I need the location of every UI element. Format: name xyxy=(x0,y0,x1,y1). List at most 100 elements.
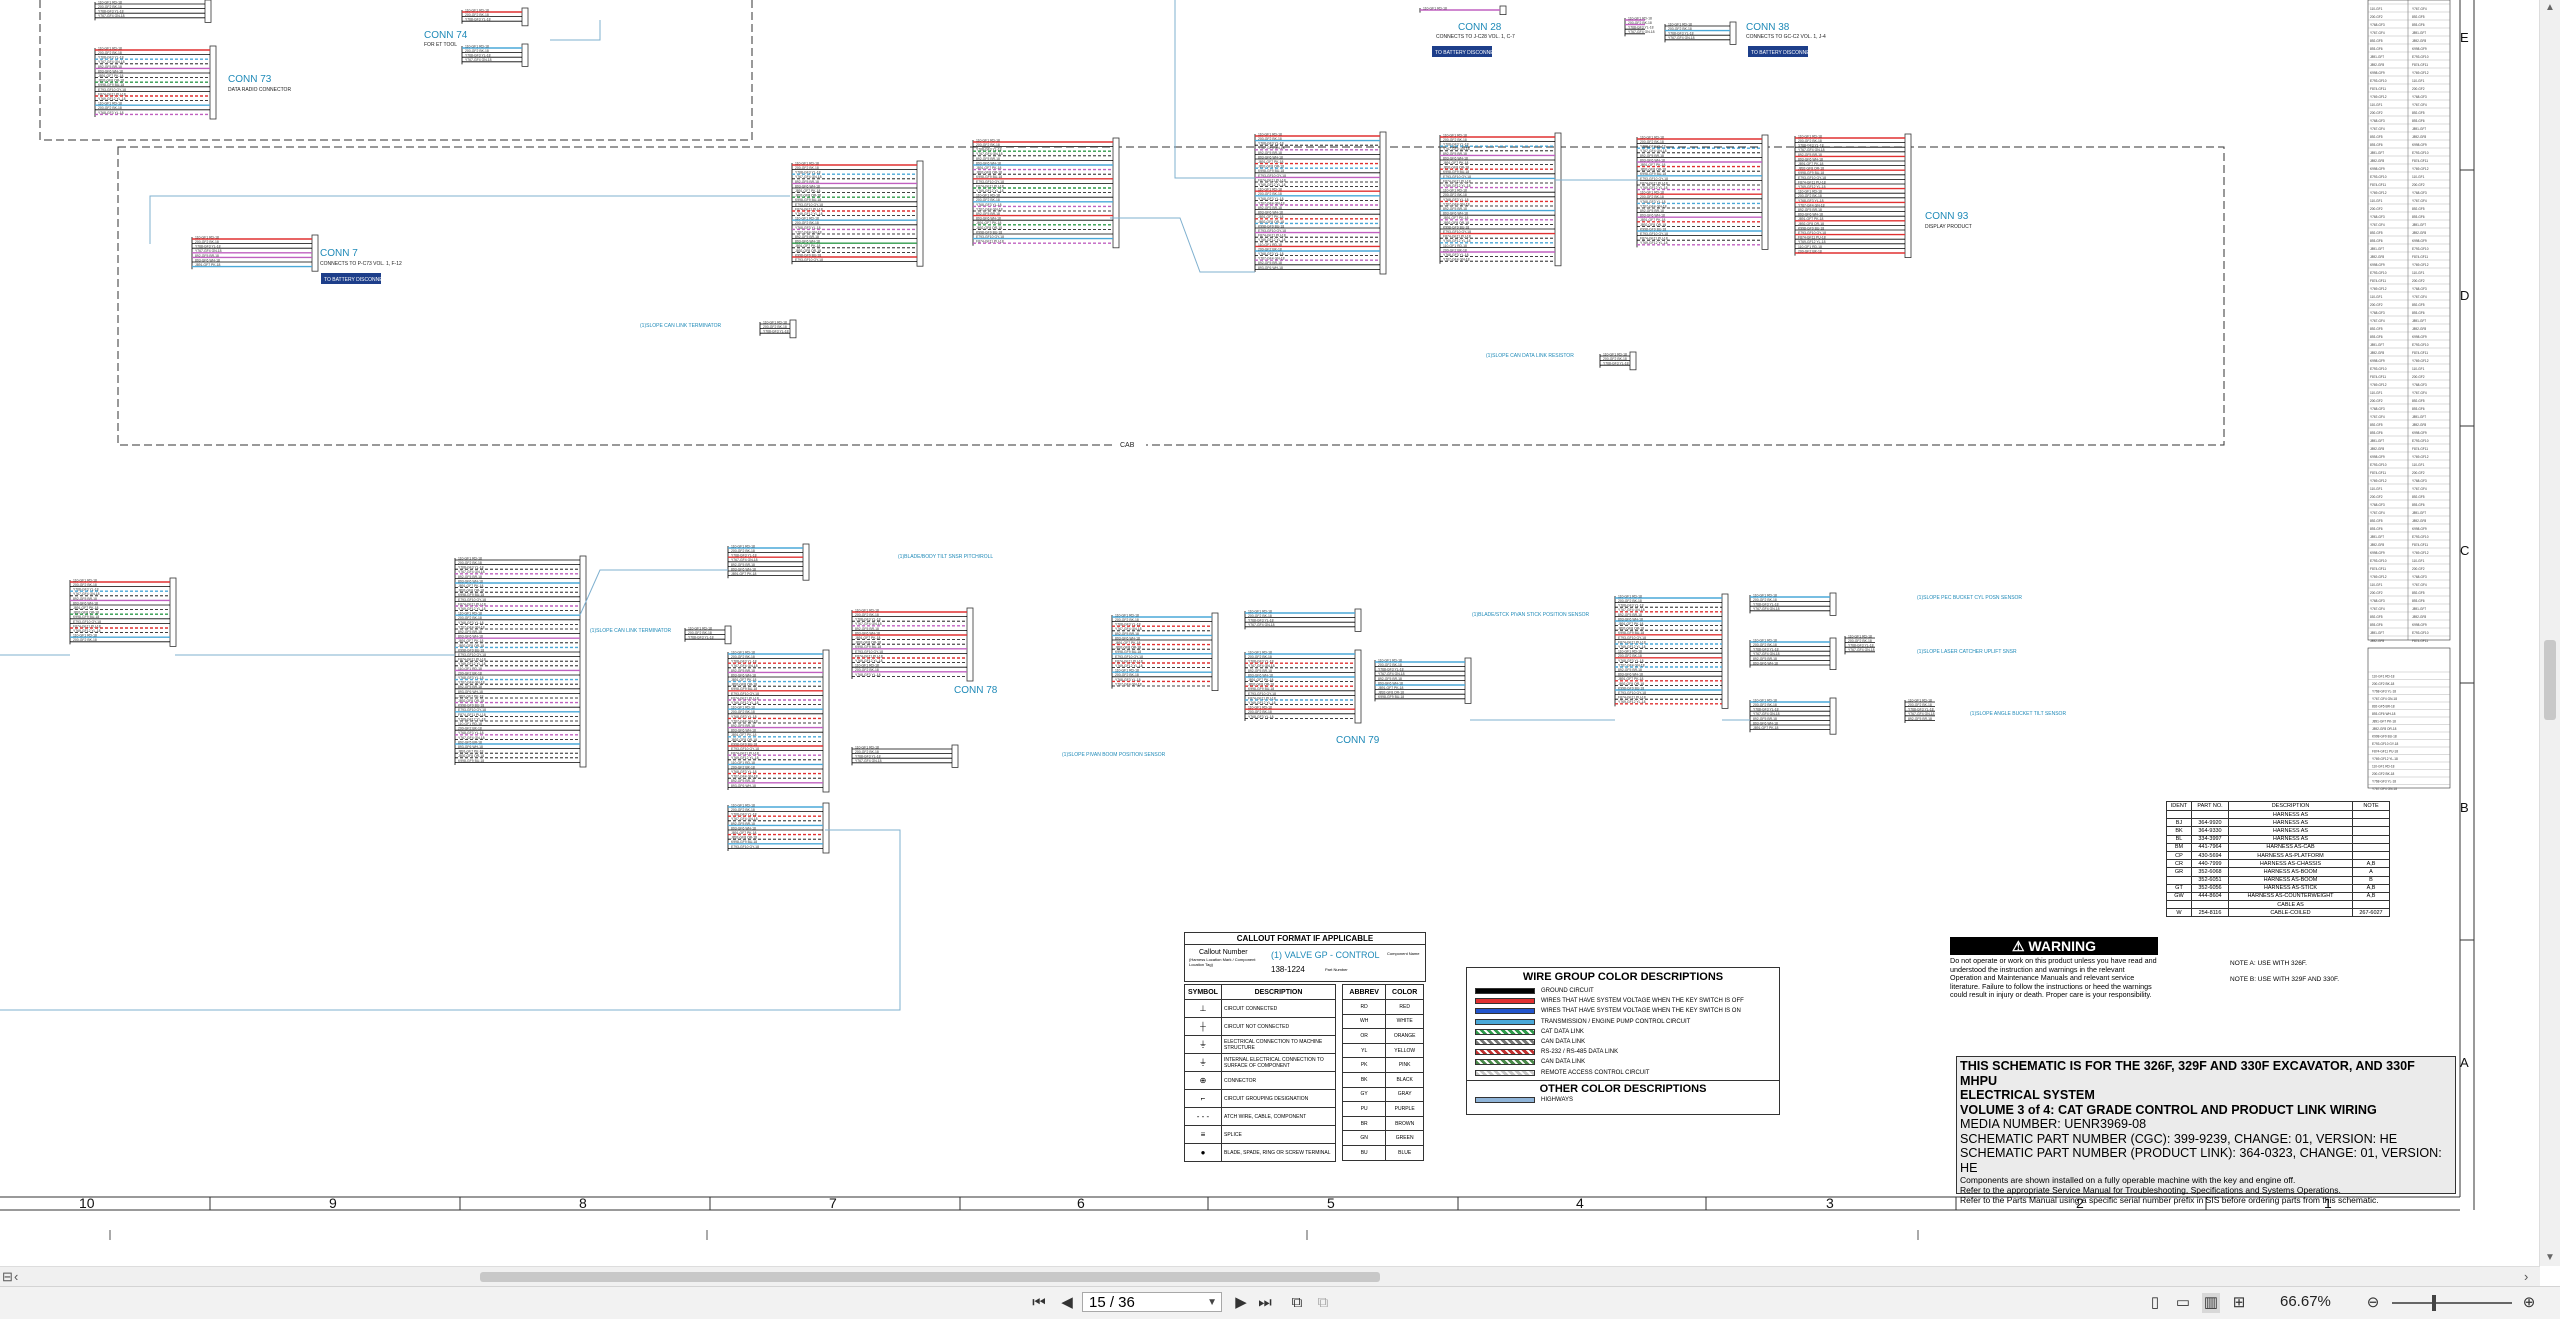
svg-text:Y768-GF3 YL-18: Y768-GF3 YL-18 xyxy=(458,566,484,570)
zoom-slider-knob[interactable] xyxy=(2432,1295,2436,1311)
svg-text:E793-GF10: E793-GF10 xyxy=(2370,271,2387,275)
callout-bucket-cyl[interactable]: (1)SLOPE PEC BUCKET CYL POSN SENSOR xyxy=(1917,595,2022,601)
scroll-down-icon[interactable]: ▼ xyxy=(2544,1252,2556,1264)
callout-can-resistor[interactable]: (1)SLOPE CAN DATA LINK RESISTOR xyxy=(1486,353,1574,359)
abbrev-cell: BLACK xyxy=(1385,1071,1424,1088)
horizontal-scrollbar[interactable]: ⊟ ‹ › xyxy=(0,1266,2540,1287)
cover-page-icon[interactable]: ⊞ xyxy=(2230,1293,2248,1313)
svg-text:Y767-GF4 GN-18: Y767-GF4 GN-18 xyxy=(731,664,758,668)
conn7-label[interactable]: CONN 7 xyxy=(320,248,358,259)
svg-text:892-GF5 BR-18: 892-GF5 BR-18 xyxy=(731,779,755,783)
svg-text:Y767-GF4 GN-18: Y767-GF4 GN-18 xyxy=(73,592,100,596)
svg-text:Y767-GF4 GN-18: Y767-GF4 GN-18 xyxy=(1248,664,1275,668)
page-number-field[interactable]: 15 / 36 ▼ xyxy=(1082,1292,1222,1312)
previous-view-icon[interactable]: ⧉ xyxy=(1288,1293,1306,1313)
connector-labels: CONN 73 DATA RADIO CONNECTOR CONN 74 FOR… xyxy=(228,22,1972,746)
conn78-label[interactable]: CONN 78 xyxy=(954,685,998,696)
svg-text:K998-GF9 BU-18: K998-GF9 BU-18 xyxy=(1378,695,1404,699)
previous-page-icon[interactable]: ◀ xyxy=(1058,1293,1076,1313)
conn38-label[interactable]: CONN 38 xyxy=(1746,22,1790,33)
svg-text:E793-GF10 GY-18: E793-GF10 GY-18 xyxy=(98,88,126,92)
callout-can-terminator-2[interactable]: (1)SLOPE CAN LINK TERMINATOR xyxy=(640,323,722,329)
symbol-description: ATCH WIRE, CABLE, COMPONENT xyxy=(1221,1107,1336,1126)
svg-text:J891-GF7: J891-GF7 xyxy=(2412,415,2426,419)
zoom-slider[interactable] xyxy=(2392,1302,2512,1304)
svg-text:110-GF1: 110-GF1 xyxy=(2370,199,2383,203)
svg-text:Y768-GF3 YL-18: Y768-GF3 YL-18 xyxy=(1115,678,1141,682)
svg-text:K998-GF9 BU-18: K998-GF9 BU-18 xyxy=(1798,226,1824,230)
callout-bucket-tilt[interactable]: (1)SLOPE ANGLE BUCKET TILT SENSOR xyxy=(1970,711,2066,717)
next-page-icon[interactable]: ▶ xyxy=(1232,1293,1250,1313)
svg-text:Y767-GF4 GN-18: Y767-GF4 GN-18 xyxy=(1258,257,1285,261)
single-page-icon[interactable]: ▯ xyxy=(2146,1293,2164,1313)
svg-text:J892-GF8: J892-GF8 xyxy=(2412,423,2426,427)
svg-text:892-GF5: 892-GF5 xyxy=(2370,135,2383,139)
svg-text:CONNECTS TO J-C28 VOL. 1, C-7: CONNECTS TO J-C28 VOL. 1, C-7 xyxy=(1436,34,1515,40)
vertical-scrollbar[interactable]: ▲ ▼ xyxy=(2539,0,2560,1266)
wire-bundle: 110-GF1 RD-18200-GF2 BK-18Y768-GF3 YL-18… xyxy=(851,744,959,768)
svg-text:Y768-GF3 YL-18: Y768-GF3 YL-18 xyxy=(458,621,484,625)
svg-text:200-GF2 BK-18: 200-GF2 BK-18 xyxy=(1258,137,1282,141)
svg-text:Y768-GF3 YL-18: Y768-GF3 YL-18 xyxy=(1443,253,1469,257)
zoom-in-icon[interactable]: ⊕ xyxy=(2520,1293,2538,1313)
svg-text:Y768-GF3: Y768-GF3 xyxy=(2370,215,2385,219)
first-page-icon[interactable]: ⏮ xyxy=(1030,1293,1048,1313)
callout-laser-catcher[interactable]: (1)SLOPE LASER CATCHER UPLIFT SNSR xyxy=(1917,649,2017,655)
cab-label: CAB xyxy=(1120,442,1135,449)
svg-text:200-GF2 BK-18: 200-GF2 BK-18 xyxy=(688,631,712,635)
svg-text:200-GF2 BK-18: 200-GF2 BK-18 xyxy=(1628,21,1652,25)
svg-text:J891-GF7 PK-18: J891-GF7 PK-18 xyxy=(1618,622,1644,626)
svg-text:F874-GF11: F874-GF11 xyxy=(2370,471,2386,475)
parts-cell: BL xyxy=(2166,834,2192,844)
component-callouts: (1)BLADE/BODY TILT SNSR PITCH/ROLL (1)BL… xyxy=(590,323,2066,758)
document-viewport[interactable]: 10 9 8 7 6 5 4 3 2 1 EDCBA CAB 110-GF1 RD-18 200-G… xyxy=(0,0,2540,1266)
parts-cell: GW xyxy=(2166,891,2192,902)
callout-stick-sensor[interactable]: (1)BLADE/STCK PIVAN STICK POSITION SENSO… xyxy=(1472,612,1590,618)
last-page-icon[interactable]: ⏭ xyxy=(1256,1293,1274,1313)
svg-text:110-GF1: 110-GF1 xyxy=(2370,103,2383,107)
horizontal-scroll-thumb[interactable] xyxy=(480,1272,1380,1282)
svg-text:110-GF1: 110-GF1 xyxy=(2412,79,2425,83)
svg-text:200-GF2 BK-18: 200-GF2 BK-18 xyxy=(1640,140,1664,144)
svg-text:Y769-GF12: Y769-GF12 xyxy=(2370,95,2387,99)
callout-can-terminator[interactable]: (1)SLOPE CAN LINK TERMINATOR xyxy=(590,628,672,634)
conn74-label[interactable]: CONN 74 xyxy=(424,30,468,41)
svg-text:TO BATTERY DISCONNECT: TO BATTERY DISCONNECT xyxy=(1435,50,1500,56)
column-number: 10 xyxy=(79,1195,95,1211)
vertical-scroll-thumb[interactable] xyxy=(2544,640,2556,720)
conn93-label[interactable]: CONN 93 xyxy=(1925,211,1969,222)
facing-pages-icon[interactable]: ▥ xyxy=(2202,1293,2220,1313)
chevron-down-icon[interactable]: ▼ xyxy=(1207,1293,1217,1313)
svg-text:K998-GF9: K998-GF9 xyxy=(2412,143,2427,147)
column-number: 3 xyxy=(1826,1195,1834,1211)
svg-text:893-GF6: 893-GF6 xyxy=(2412,407,2425,411)
scroll-right-icon[interactable]: › xyxy=(2524,1269,2528,1284)
svg-text:Y767-GF4 GN-18: Y767-GF4 GN-18 xyxy=(731,719,758,723)
svg-text:Y767-GF4 GN-18: Y767-GF4 GN-18 xyxy=(1848,648,1875,652)
conn28-label[interactable]: CONN 28 xyxy=(1458,22,1502,33)
svg-text:J892-GF8 OR-18: J892-GF8 OR-18 xyxy=(1640,168,1666,172)
svg-text:K998-GF9 BU-18: K998-GF9 BU-18 xyxy=(1798,171,1824,175)
svg-text:892-GF5 BR-18: 892-GF5 BR-18 xyxy=(1258,206,1282,210)
callout-boom-sensor[interactable]: (1)SLOPE PIVAN BOOM POSITION SENSOR xyxy=(1062,752,1166,758)
parts-cell: 364-9920 xyxy=(2191,818,2229,828)
scroll-left-arrow-icon[interactable]: ‹ xyxy=(14,1269,18,1284)
parts-cell: CR xyxy=(2166,859,2192,869)
svg-text:110-GF1 RD-18: 110-GF1 RD-18 xyxy=(1798,245,1822,249)
wire-bundle: 110-GF1 RD-18200-GF2 BK-18Y768-GF3 YL-18… xyxy=(727,649,830,793)
conn79-label[interactable]: CONN 79 xyxy=(1336,735,1380,746)
zoom-out-icon[interactable]: ⊖ xyxy=(2364,1293,2382,1313)
scroll-left-icon[interactable]: ⊟ xyxy=(2,1269,13,1285)
parts-row: CP 430-5694 HARNESS AS-PLATFORM xyxy=(2166,850,2390,861)
svg-text:110-GF1 RD-18: 110-GF1 RD-18 xyxy=(731,761,755,765)
svg-text:893-GF6 WH-18: 893-GF6 WH-18 xyxy=(1115,636,1140,640)
svg-text:K998-GF9 BU-18: K998-GF9 BU-18 xyxy=(1258,224,1284,228)
svg-text:J892-GF8: J892-GF8 xyxy=(2412,327,2426,331)
scroll-up-icon[interactable]: ▲ xyxy=(2544,2,2556,14)
conn73-label[interactable]: CONN 73 xyxy=(228,74,272,85)
continuous-page-icon[interactable]: ▭ xyxy=(2174,1293,2192,1313)
callout-tilt-sensor[interactable]: (1)BLADE/BODY TILT SNSR PITCH/ROLL xyxy=(898,554,993,560)
svg-text:K998-GF9: K998-GF9 xyxy=(2370,455,2385,459)
next-view-icon[interactable]: ⧉ xyxy=(1314,1293,1332,1313)
media-number: MEDIA NUMBER: UENR3969-08 xyxy=(1960,1117,2147,1131)
